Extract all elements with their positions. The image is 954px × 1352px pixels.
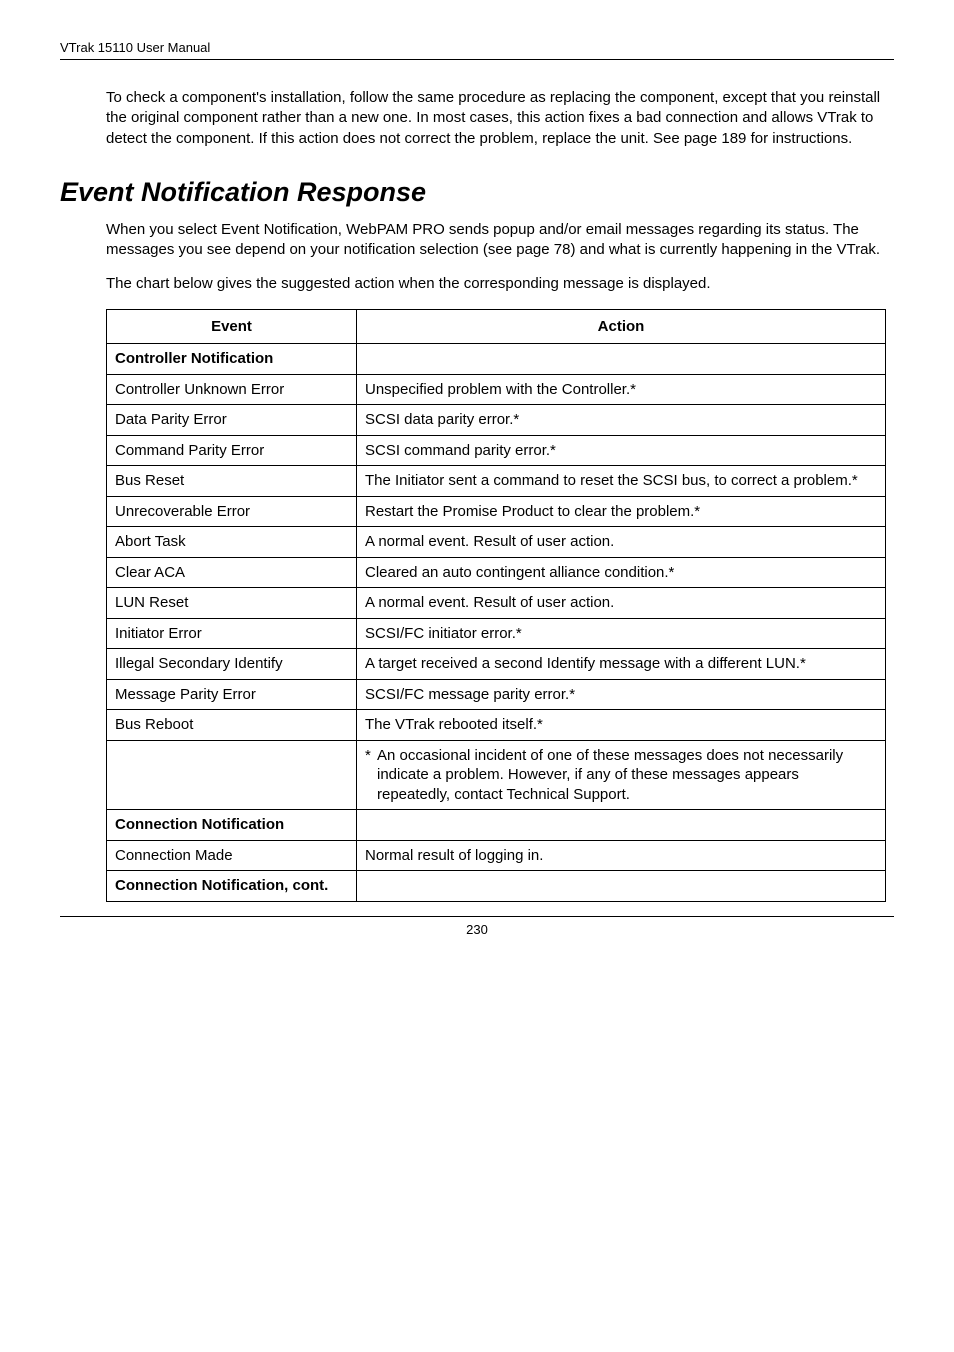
table-row: Command Parity ErrorSCSI command parity … — [107, 435, 886, 466]
table-header-action: Action — [357, 309, 886, 344]
table-row: Clear ACACleared an auto contingent alli… — [107, 557, 886, 588]
table-cell-event: Connection Notification — [107, 810, 357, 841]
body-paragraph-1: When you select Event Notification, WebP… — [106, 220, 894, 261]
table-cell-event: Bus Reboot — [107, 710, 357, 741]
table-cell-action: The Initiator sent a command to reset th… — [357, 466, 886, 497]
footnote-text: An occasional incident of one of these m… — [377, 746, 871, 805]
table-cell-event: Connection Notification, cont. — [107, 871, 357, 902]
table-cell-action — [357, 871, 886, 902]
table-cell-event — [107, 740, 357, 810]
table-cell-action: Cleared an auto contingent alliance cond… — [357, 557, 886, 588]
table-cell-action — [357, 810, 886, 841]
page-footer: 230 — [60, 916, 894, 937]
table-body: Controller NotificationController Unknow… — [107, 344, 886, 902]
table-cell-event: Data Parity Error — [107, 405, 357, 436]
table-row: Bus ResetThe Initiator sent a command to… — [107, 466, 886, 497]
table-cell-action: A normal event. Result of user action. — [357, 527, 886, 558]
section-title: Event Notification Response — [60, 177, 894, 208]
table-cell-event: Message Parity Error — [107, 679, 357, 710]
table-row: *An occasional incident of one of these … — [107, 740, 886, 810]
table-cell-event: Bus Reset — [107, 466, 357, 497]
table-cell-event: Controller Unknown Error — [107, 374, 357, 405]
event-action-table: Event Action Controller NotificationCont… — [106, 309, 886, 902]
table-cell-action: SCSI/FC message parity error.* — [357, 679, 886, 710]
page-number: 230 — [466, 922, 488, 937]
table-header-row: Event Action — [107, 309, 886, 344]
table-cell-action: Restart the Promise Product to clear the… — [357, 496, 886, 527]
table-row: Connection Notification — [107, 810, 886, 841]
table-cell-action: Normal result of logging in. — [357, 840, 886, 871]
table-row: Controller Unknown ErrorUnspecified prob… — [107, 374, 886, 405]
table-cell-action: SCSI/FC initiator error.* — [357, 618, 886, 649]
intro-paragraph: To check a component's installation, fol… — [106, 88, 894, 149]
table-cell-event: Controller Notification — [107, 344, 357, 375]
table-row: Connection Notification, cont. — [107, 871, 886, 902]
table-row: Illegal Secondary IdentifyA target recei… — [107, 649, 886, 680]
table-cell-action: Unspecified problem with the Controller.… — [357, 374, 886, 405]
table-row: Abort TaskA normal event. Result of user… — [107, 527, 886, 558]
table-cell-action: *An occasional incident of one of these … — [357, 740, 886, 810]
table-cell-event: Abort Task — [107, 527, 357, 558]
table-cell-action — [357, 344, 886, 375]
table-cell-action: The VTrak rebooted itself.* — [357, 710, 886, 741]
table-cell-event: Illegal Secondary Identify — [107, 649, 357, 680]
header-rule — [60, 59, 894, 60]
footnote-star: * — [365, 746, 377, 766]
table-cell-event: Initiator Error — [107, 618, 357, 649]
table-row: Controller Notification — [107, 344, 886, 375]
table-cell-action: SCSI command parity error.* — [357, 435, 886, 466]
table-row: Unrecoverable ErrorRestart the Promise P… — [107, 496, 886, 527]
table-cell-event: LUN Reset — [107, 588, 357, 619]
table-cell-action: SCSI data parity error.* — [357, 405, 886, 436]
table-row: Data Parity ErrorSCSI data parity error.… — [107, 405, 886, 436]
table-row: Initiator ErrorSCSI/FC initiator error.* — [107, 618, 886, 649]
table-cell-event: Connection Made — [107, 840, 357, 871]
table-cell-event: Unrecoverable Error — [107, 496, 357, 527]
table-row: LUN ResetA normal event. Result of user … — [107, 588, 886, 619]
page-header: VTrak 15110 User Manual — [60, 40, 894, 55]
table-cell-action: A normal event. Result of user action. — [357, 588, 886, 619]
table-row: Bus RebootThe VTrak rebooted itself.* — [107, 710, 886, 741]
table-header-event: Event — [107, 309, 357, 344]
table-cell-event: Command Parity Error — [107, 435, 357, 466]
table-cell-event: Clear ACA — [107, 557, 357, 588]
body-paragraph-2: The chart below gives the suggested acti… — [106, 274, 894, 294]
table-row: Message Parity ErrorSCSI/FC message pari… — [107, 679, 886, 710]
table-row: Connection MadeNormal result of logging … — [107, 840, 886, 871]
table-cell-action: A target received a second Identify mess… — [357, 649, 886, 680]
